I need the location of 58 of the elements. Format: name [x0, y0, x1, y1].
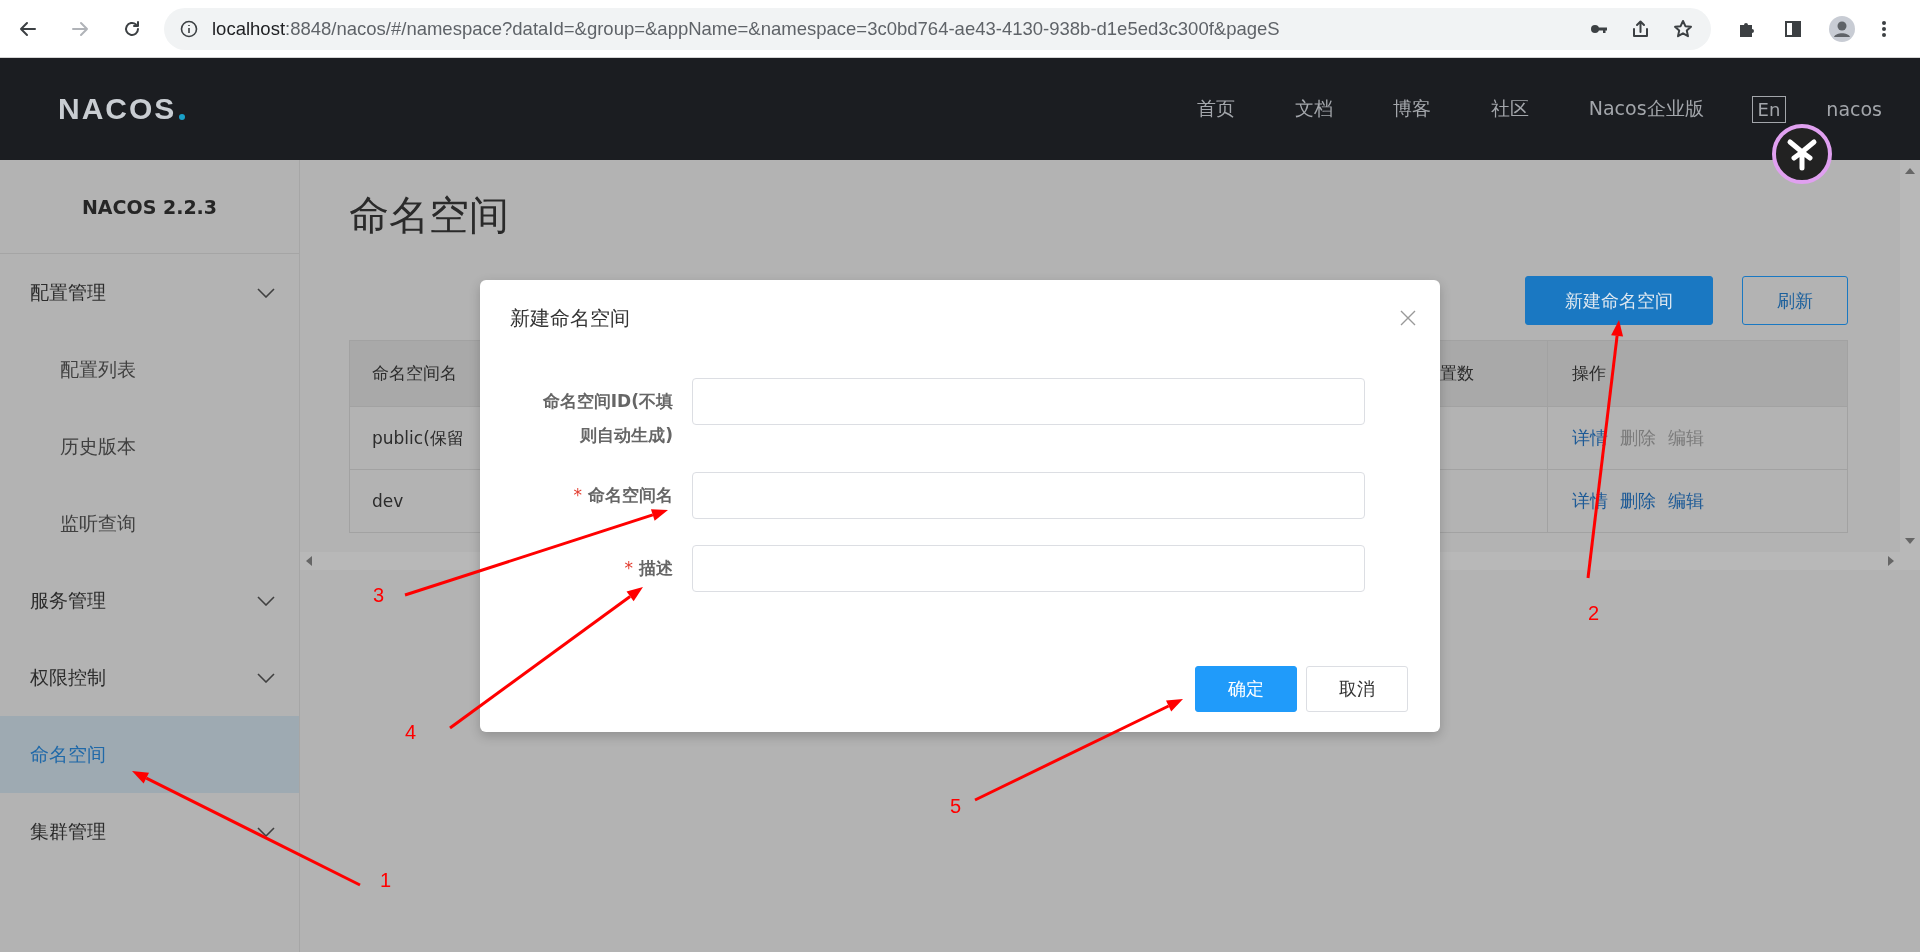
scroll-up-icon[interactable] [1905, 168, 1915, 174]
submenu-item[interactable]: 监听查询 [0, 485, 299, 562]
nav-link[interactable]: 文档 [1294, 96, 1333, 122]
menu-item[interactable]: 权限控制 [0, 639, 299, 716]
scroll-left-icon[interactable] [306, 556, 312, 566]
scroll-right-icon[interactable] [1888, 556, 1894, 566]
input-field[interactable] [692, 378, 1365, 425]
field-label: 命名空间名 [588, 484, 673, 507]
more-icon[interactable] [1881, 18, 1887, 39]
url-text: localhost:8848/nacos/#/namespace?dataId=&group=&appName=&namespace=3c0bd764-ae43-4130-938b-d1e5ed3c300f&pageS [212, 17, 1281, 40]
nav-link[interactable]: 首页 [1196, 96, 1235, 122]
share-icon[interactable] [1631, 18, 1651, 39]
address-bar[interactable]: localhost:8848/nacos/#/namespace?dataId=&group=&appName=&namespace=3c0bd764-ae43-4130-938b-d1e5ed3c300f&pageS [164, 7, 1711, 50]
annotation-number: 1 [380, 869, 392, 892]
column-header: 命名空间名 [371, 362, 458, 385]
table-cell-text: dev [371, 490, 405, 513]
product-version: NACOS 2.2.3 [0, 160, 299, 254]
page-title: 命名空间 [349, 191, 510, 240]
user-name[interactable]: nacos [1826, 98, 1882, 120]
submenu-item[interactable]: 历史版本 [0, 408, 299, 485]
annotation-number: 2 [1588, 602, 1600, 625]
annotation-number: 4 [405, 721, 417, 744]
close-icon[interactable] [1400, 310, 1416, 326]
action-link[interactable]: 编辑 [1668, 489, 1705, 513]
field-label: 命名空间ID(不填则自动生成) [541, 390, 673, 447]
menu-item[interactable]: 服务管理 [0, 562, 299, 639]
table-cell-text: public(保留 [371, 426, 465, 450]
column-header: 置数 [1439, 362, 1475, 385]
nav-link[interactable]: Nacos企业版 [1588, 96, 1704, 122]
nav-link[interactable]: 社区 [1490, 96, 1529, 122]
action-link[interactable]: 删除 [1620, 489, 1657, 513]
nav-link[interactable]: 博客 [1392, 96, 1431, 122]
submenu-item[interactable]: 配置列表 [0, 331, 299, 408]
required-mark: * [573, 484, 582, 507]
cancel-button[interactable]: 取消 [1306, 666, 1408, 712]
info-icon [180, 19, 198, 38]
star-icon[interactable] [1673, 18, 1693, 39]
menu-item[interactable]: 配置管理 [0, 254, 299, 331]
required-mark: * [624, 557, 633, 580]
field-label: 描述 [639, 557, 673, 580]
menu-item[interactable]: 集群管理 [0, 793, 299, 870]
logo-dot-icon [179, 114, 186, 120]
annotation-number: 3 [373, 584, 385, 607]
profile-icon[interactable] [1829, 15, 1855, 42]
input-field[interactable] [692, 472, 1365, 519]
annotation-number: 5 [950, 795, 962, 818]
create-namespace-button[interactable]: 新建命名空间 [1525, 276, 1713, 325]
column-header: 操作 [1547, 341, 1847, 406]
input-field[interactable] [692, 545, 1365, 592]
logo[interactable]: NACOS [58, 92, 177, 126]
chevron-down-icon [257, 595, 275, 606]
scroll-down-icon[interactable] [1905, 538, 1915, 544]
dialog-title: 新建命名空间 [510, 304, 630, 332]
chevron-down-icon [257, 826, 275, 837]
language-button[interactable]: En [1751, 95, 1787, 123]
chevron-down-icon [257, 287, 275, 298]
chevron-down-icon [257, 672, 275, 683]
vertical-scrollbar[interactable] [1900, 160, 1920, 552]
